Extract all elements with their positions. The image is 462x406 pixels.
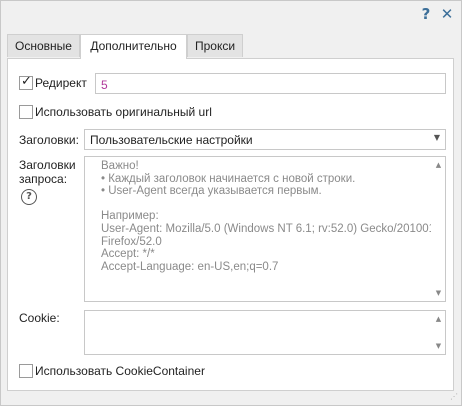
cookie-container-checkbox[interactable] — [19, 364, 33, 378]
redirect-count-value: 5 — [101, 78, 108, 92]
advanced-panel: ✓ Редирект 5 Использовать оригинальный u… — [7, 58, 454, 391]
help-icon[interactable]: ? — [417, 4, 435, 24]
question-icon[interactable]: ? — [21, 189, 37, 205]
cookie-label: Cookie: — [19, 311, 60, 325]
scroll-up-icon[interactable]: ▲ — [432, 313, 445, 325]
original-url-label: Использовать оригинальный url — [35, 105, 212, 119]
request-headers-textarea[interactable]: Важно! • Каждый заголовок начинается с н… — [84, 156, 446, 302]
close-icon[interactable]: ✕ — [438, 4, 456, 24]
request-headers-scrollbar[interactable]: ▲ ▼ — [432, 157, 445, 301]
redirect-count-input[interactable]: 5 — [95, 73, 446, 94]
cookie-container-label: Использовать CookieContainer — [35, 364, 205, 378]
redirect-label: Редирект — [35, 76, 87, 90]
chevron-down-icon: ▼ — [433, 133, 440, 142]
dialog-window: ? ✕ Основные Дополнительно Прокси ✓ Реди… — [0, 0, 462, 406]
headers-select-value: Пользовательские настройки — [90, 133, 253, 147]
scroll-up-icon[interactable]: ▲ — [432, 159, 445, 171]
resize-grip-icon[interactable]: ⋰ — [448, 392, 458, 402]
tab-basic[interactable]: Основные — [7, 34, 80, 57]
original-url-checkbox[interactable] — [19, 105, 33, 119]
cookie-textarea[interactable]: ▲ ▼ — [84, 310, 446, 355]
scroll-down-icon[interactable]: ▼ — [432, 340, 445, 352]
tab-advanced[interactable]: Дополнительно — [80, 34, 187, 59]
request-headers-placeholder: Важно! • Каждый заголовок начинается с н… — [101, 160, 431, 273]
headers-label: Заголовки: — [19, 133, 79, 147]
checkmark-icon: ✓ — [21, 74, 32, 89]
redirect-checkbox[interactable]: ✓ — [19, 74, 33, 90]
titlebar: ? ✕ — [1, 1, 461, 29]
headers-select[interactable]: Пользовательские настройки ▼ — [84, 129, 446, 150]
cookie-scrollbar[interactable]: ▲ ▼ — [432, 311, 445, 354]
scroll-down-icon[interactable]: ▼ — [432, 287, 445, 299]
request-headers-label: Заголовки запроса: — [19, 158, 76, 186]
tab-proxy[interactable]: Прокси — [187, 34, 243, 57]
